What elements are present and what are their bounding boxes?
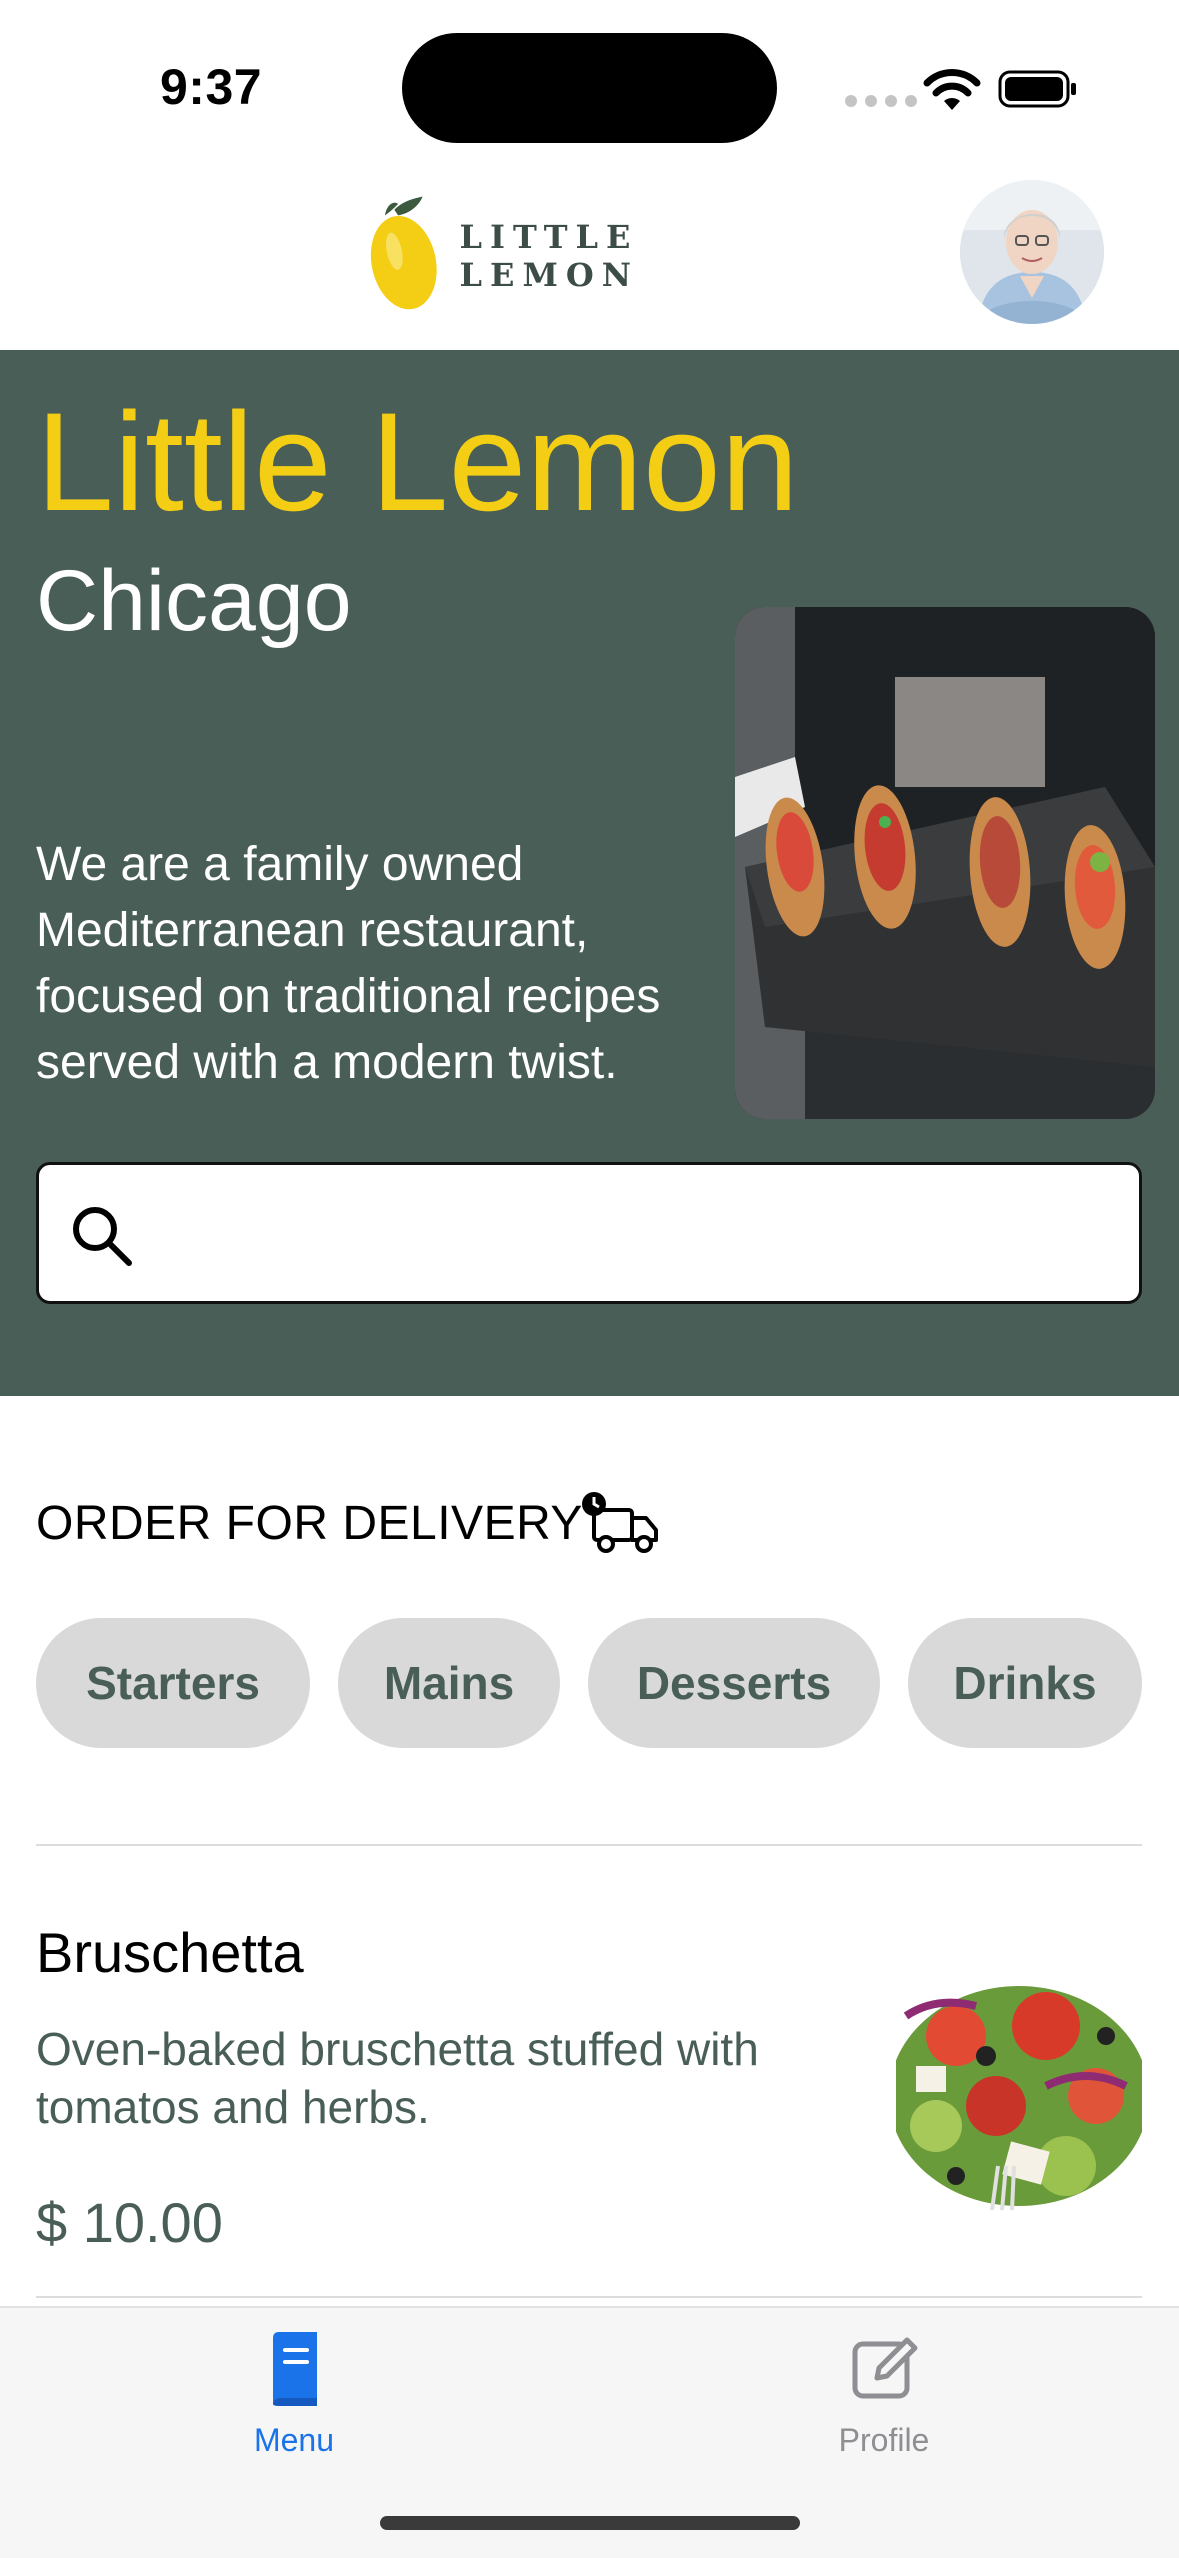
hero-image — [735, 607, 1155, 1119]
home-indicator[interactable] — [380, 2516, 800, 2530]
salad-image — [896, 1966, 1142, 2210]
menu-item-image — [896, 1966, 1142, 2210]
tab-menu[interactable]: Menu — [194, 2328, 394, 2478]
tab-menu-label: Menu — [253, 2422, 335, 2458]
menu-item-price: $ 10.00 — [36, 2191, 223, 2254]
tab-profile-label: Profile — [838, 2422, 930, 2458]
category-chip-starters[interactable]: Starters — [36, 1618, 310, 1748]
battery-icon — [998, 70, 1076, 108]
profile-avatar[interactable] — [960, 180, 1104, 324]
search-icon — [73, 1207, 132, 1266]
tab-profile[interactable]: Profile — [784, 2328, 984, 2478]
wifi-icon — [923, 69, 981, 110]
edit-icon — [852, 2337, 918, 2399]
category-chip-desserts[interactable]: Desserts — [588, 1618, 880, 1748]
hero-description: We are a family owned Mediterranean rest… — [36, 838, 661, 1089]
category-chip-mains[interactable]: Mains — [338, 1618, 560, 1748]
divider — [36, 1844, 1142, 1846]
delivery-title: ORDER FOR DELIVERY — [36, 1497, 583, 1550]
menu-item-description: Oven-baked bruschetta stuffed with tomat… — [36, 2023, 759, 2133]
status-time: 9:37 — [160, 59, 263, 115]
lemon-icon — [370, 196, 437, 310]
cellular-signal-icon — [845, 95, 917, 107]
book-icon — [273, 2332, 317, 2406]
menu-item-name: Bruschetta — [36, 1921, 304, 1984]
hero-title: Little Lemon — [36, 383, 799, 540]
app-logo: LITTLE LEMON — [366, 188, 816, 324]
search-box[interactable] — [36, 1162, 1142, 1304]
status-bar: 9:37 — [0, 0, 1179, 170]
delivery-truck-icon — [582, 1492, 658, 1553]
category-chip-drinks[interactable]: Drinks — [908, 1618, 1142, 1748]
dynamic-island — [402, 33, 777, 143]
avatar-image — [960, 180, 1104, 324]
divider — [36, 2296, 1142, 2298]
search-input[interactable] — [159, 1165, 1119, 1303]
hero-city: Chicago — [36, 553, 352, 649]
app-header: LITTLE LEMON — [0, 170, 1179, 350]
logo-text: LITTLE LEMON — [459, 218, 639, 294]
hero-banner: Little Lemon Chicago We are a family own… — [0, 350, 1179, 1396]
hero-food-image — [735, 607, 1155, 1119]
